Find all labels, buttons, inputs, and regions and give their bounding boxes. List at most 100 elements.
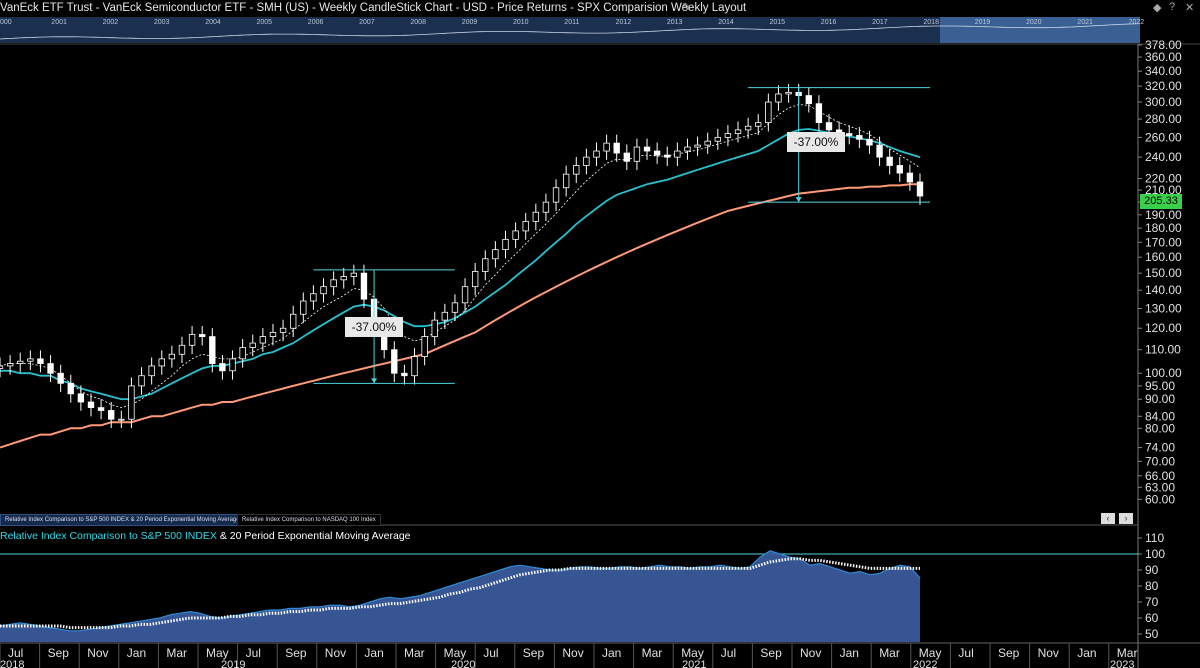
candle: [502, 230, 509, 259]
candle-body: [471, 271, 479, 288]
candle: [916, 173, 924, 205]
candle-body: [522, 220, 529, 232]
candle-body: [158, 358, 165, 367]
candle: [87, 393, 95, 417]
candle-body: [633, 146, 641, 162]
candle: [471, 263, 479, 296]
candle-body: [47, 363, 54, 374]
candle-body: [6, 363, 14, 367]
y-tick-label: 70.00: [1145, 454, 1175, 468]
candle: [583, 148, 590, 175]
candle: [623, 144, 630, 171]
candle-body: [239, 347, 246, 360]
candle-body: [906, 172, 914, 183]
candle: [360, 264, 368, 308]
candle-body: [300, 300, 307, 315]
candle: [108, 401, 115, 429]
candle: [765, 93, 772, 132]
candle-body: [674, 150, 681, 158]
candle: [199, 325, 206, 346]
y-tick-label: 280.00: [1145, 112, 1182, 126]
tab-ndx-comparison[interactable]: Relative Index Comparison to NASDAQ 100 …: [237, 514, 381, 526]
sub-y-tick-label: 50: [1145, 627, 1159, 641]
candle-body: [259, 336, 267, 344]
x-tick-label: Sep: [285, 646, 307, 660]
candle-body: [805, 95, 812, 105]
candle: [744, 117, 752, 139]
candle-body: [724, 133, 732, 138]
x-tick-label: Jul: [721, 646, 736, 660]
candle-body: [765, 101, 772, 124]
candle-body: [37, 358, 44, 364]
x-year-label: 2022: [913, 659, 937, 668]
x-tick-label: Jan: [602, 646, 621, 660]
candle-body: [694, 144, 701, 148]
candle-body: [431, 319, 438, 338]
candle-body: [593, 150, 600, 158]
scroll-right-button[interactable]: ›: [1119, 513, 1133, 524]
candle-body: [320, 286, 327, 295]
candle-body: [441, 311, 449, 321]
candle: [350, 264, 358, 286]
y-tick-label: 180.00: [1145, 221, 1182, 235]
candle: [724, 125, 732, 147]
candle: [17, 352, 24, 373]
candle-body: [310, 293, 317, 302]
tab-spx-comparison[interactable]: Relative Index Comparison to S&P 500 IND…: [0, 514, 245, 526]
candle-body: [199, 334, 206, 338]
candle: [67, 374, 74, 403]
candle: [664, 146, 671, 166]
x-tick-label: Sep: [48, 646, 70, 660]
candle-body: [219, 363, 226, 372]
candle-body: [27, 358, 34, 362]
x-tick-label: May: [444, 646, 467, 660]
candle: [643, 138, 651, 160]
candle-body: [118, 418, 125, 421]
y-tick-label: 150.00: [1145, 266, 1182, 280]
candle-body: [279, 327, 287, 333]
candle-body: [583, 156, 590, 166]
candle-body: [168, 353, 176, 360]
candle-body: [421, 336, 428, 357]
candle: [421, 328, 428, 366]
candle-body: [653, 150, 661, 156]
y-tick-label: 360.00: [1145, 50, 1182, 64]
candle-body: [17, 360, 24, 364]
x-year-label: 2018: [0, 659, 24, 668]
candle-body: [552, 187, 560, 203]
candle-body: [684, 146, 691, 152]
candle-body: [87, 401, 95, 409]
x-tick-label: Mar: [642, 646, 663, 660]
candle-body: [57, 372, 64, 384]
candle: [552, 179, 560, 211]
candle: [886, 148, 893, 175]
y-tick-label: 340.00: [1145, 64, 1182, 78]
candle-body: [825, 122, 833, 131]
y-tick-label: 160.00: [1145, 250, 1182, 264]
candle-body: [542, 201, 550, 213]
x-tick-label: Jan: [364, 646, 383, 660]
candle: [158, 350, 165, 375]
y-tick-label: 110.00: [1145, 343, 1181, 357]
sub-y-tick-label: 70: [1145, 595, 1159, 609]
candle-body: [846, 133, 853, 136]
candle-body: [603, 142, 610, 152]
candle-body: [775, 93, 782, 103]
candle-body: [866, 138, 873, 146]
candle-body: [562, 173, 570, 189]
candle-body: [532, 211, 540, 222]
y-tick-label: 120.00: [1145, 321, 1182, 335]
candle-body: [623, 152, 630, 162]
candle: [239, 338, 246, 368]
candle: [856, 126, 863, 149]
candle-body: [734, 129, 742, 135]
candle: [391, 341, 398, 383]
candle-body: [290, 313, 297, 329]
x-tick-label: Sep: [998, 646, 1020, 660]
candle-body: [451, 302, 459, 313]
x-year-label: 2023: [1110, 659, 1134, 668]
sub-y-tick-label: 110: [1145, 531, 1164, 545]
x-tick-label: Sep: [523, 646, 545, 660]
scroll-left-button[interactable]: ‹: [1101, 513, 1115, 524]
candle: [290, 305, 297, 338]
